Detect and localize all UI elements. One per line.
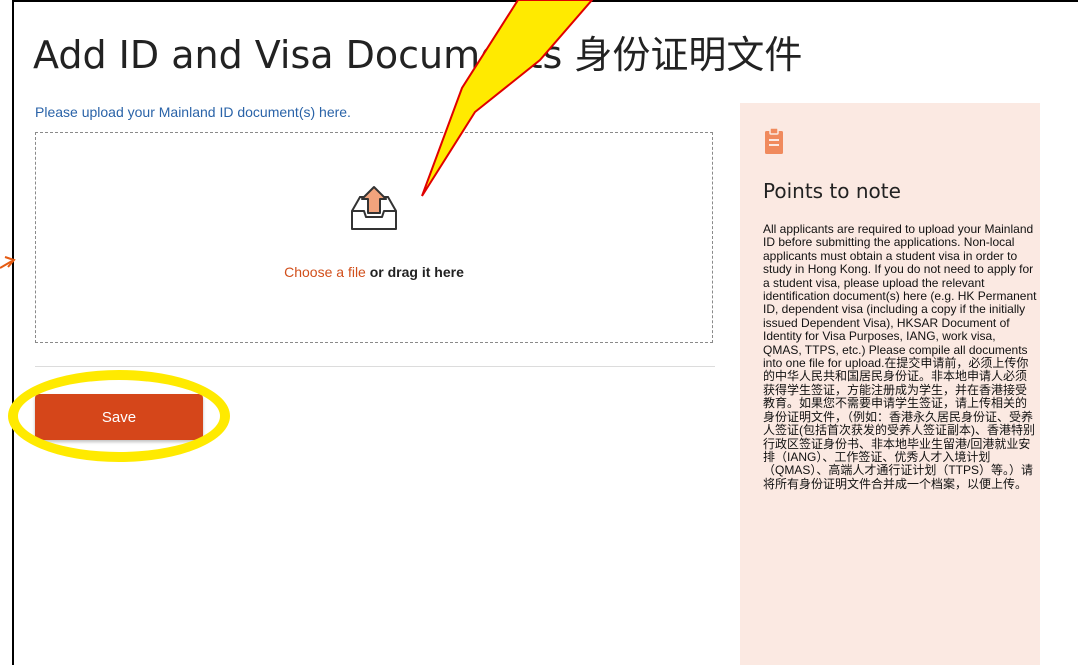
save-button[interactable]: Save bbox=[35, 394, 203, 440]
file-dropzone[interactable]: Choose a file or drag it here bbox=[35, 132, 713, 343]
notes-body: All applicants are required to upload yo… bbox=[763, 222, 1037, 491]
upload-hint: Please upload your Mainland ID document(… bbox=[35, 104, 351, 120]
points-to-note-panel: Points to note All applicants are requir… bbox=[740, 103, 1040, 665]
clipboard-icon bbox=[764, 127, 784, 160]
notes-title: Points to note bbox=[763, 179, 901, 203]
choose-file-link[interactable]: Choose a file bbox=[284, 264, 366, 280]
page-title: Add ID and Visa Documents 身份证明文件 bbox=[33, 33, 803, 77]
drag-here-label: or drag it here bbox=[365, 264, 464, 280]
upload-tray-icon[interactable] bbox=[346, 183, 402, 239]
divider bbox=[35, 366, 715, 367]
side-arrow-annotation bbox=[0, 248, 16, 275]
dropzone-text: Choose a file or drag it here bbox=[36, 264, 712, 280]
